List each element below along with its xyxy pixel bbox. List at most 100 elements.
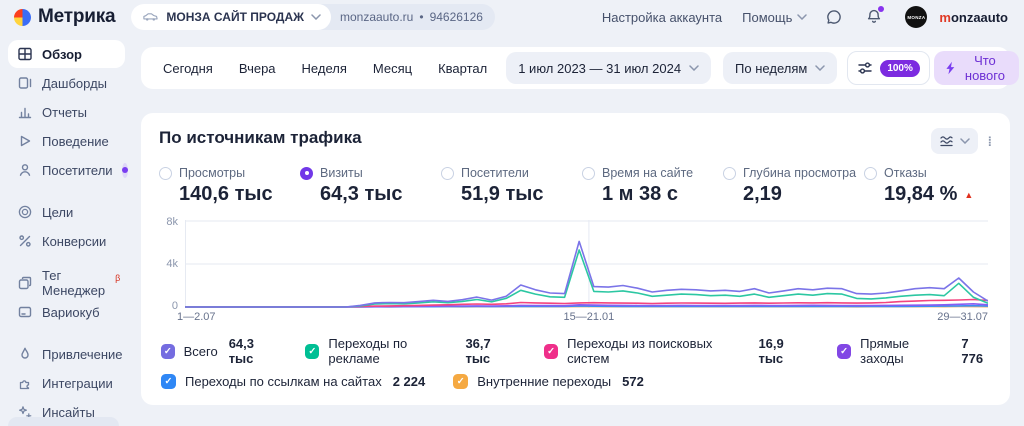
legend-item-3[interactable]: ✓ Прямые заходы 7 776	[837, 336, 992, 366]
metric-tab-4[interactable]: Глубина просмотра 2,19	[723, 166, 864, 206]
legend-item-4[interactable]: ✓ Переходы по ссылкам на сайтах 2 224	[161, 373, 426, 389]
sampling-control[interactable]: 100%	[847, 51, 930, 85]
range-button-4[interactable]: Квартал	[425, 54, 500, 83]
legend-value: 64,3 тыс	[228, 336, 254, 366]
sidebar-item-acquisition-flame[interactable]: Привлечение	[8, 340, 125, 368]
chevron-down-icon	[959, 138, 970, 144]
visitors-person-icon	[17, 162, 33, 178]
metric-label: Просмотры	[179, 166, 246, 180]
avatar[interactable]: MONZA	[905, 6, 928, 28]
sidebar-item-tag-manager[interactable]: Тег Менеджер β	[8, 268, 125, 298]
range-button-0[interactable]: Сегодня	[150, 54, 226, 83]
sidebar-item-label: Вариокуб	[42, 304, 100, 320]
legend-label: Всего	[183, 343, 218, 359]
x-tick: 15—21.01	[563, 311, 615, 323]
sidebar-item-visitors-person[interactable]: Посетители	[8, 156, 128, 184]
chart-legend: ✓ Всего 64,3 тыс ✓ Переходы по рекламе 36,7 т…	[161, 336, 992, 393]
metrika-logo[interactable]: Метрика	[14, 6, 116, 28]
metric-radio[interactable]	[300, 166, 313, 180]
car-icon	[142, 12, 159, 22]
legend-checkbox[interactable]: ✓	[305, 343, 320, 359]
tag-manager-icon	[17, 275, 33, 291]
chevron-down-icon	[797, 14, 808, 20]
metric-label: Время на сайте	[602, 166, 694, 180]
metric-radio[interactable]	[159, 166, 172, 180]
notification-dot	[878, 6, 885, 12]
sidebar-item-overview-grid[interactable]: Обзор	[8, 40, 125, 68]
date-range-picker[interactable]: 1 июл 2023 — 31 июл 2024	[506, 52, 712, 84]
legend-checkbox[interactable]: ✓	[543, 343, 559, 359]
account-settings-link[interactable]: Настройка аккаунта	[602, 10, 722, 25]
username[interactable]: monzaauto	[939, 10, 1008, 25]
sidebar-item-variocube[interactable]: Вариокуб	[8, 298, 125, 326]
legend-checkbox[interactable]: ✓	[161, 373, 176, 389]
counter-switcher[interactable]: МОНЗА САЙТ ПРОДАЖ monzaauto.ru • 9462612…	[131, 4, 495, 30]
counter-id: 94626126	[429, 10, 483, 24]
legend-checkbox[interactable]: ✓	[161, 343, 175, 359]
x-axis: 1—2.07 15—21.01 29—31.07	[177, 311, 988, 326]
beta-badge: β	[115, 273, 121, 283]
main-content: Сегодня Вчера Неделя Месяц Квартал 1 июл 202…	[133, 34, 1024, 426]
sidebar-item-goals-target[interactable]: Цели	[8, 198, 125, 226]
granularity-label: По неделям	[735, 60, 808, 76]
sidebar-item-dashboards[interactable]: Дашборды	[8, 69, 125, 97]
chart-smoothing-control[interactable]	[930, 128, 978, 154]
sidebar-item-reports[interactable]: Отчеты	[8, 98, 125, 126]
sidebar-item-label: Дашборды	[42, 75, 107, 91]
line-chart-plot[interactable]	[185, 220, 988, 308]
legend-checkbox[interactable]: ✓	[453, 373, 469, 389]
sidebar-item-behavior-play[interactable]: Поведение	[8, 127, 125, 155]
legend-value: 2 224	[392, 373, 426, 389]
legend-item-5[interactable]: ✓ Внутренние переходы 572	[453, 373, 644, 389]
metric-radio[interactable]	[723, 166, 736, 180]
sidebar-item-label: Посетители	[42, 162, 113, 178]
y-tick: 4k	[166, 258, 178, 270]
legend-checkbox[interactable]: ✓	[837, 343, 852, 359]
metric-tab-1[interactable]: Визиты 64,3 тыс	[300, 166, 441, 206]
metric-tab-3[interactable]: Время на сайте 1 м 38 с	[582, 166, 723, 206]
metric-radio[interactable]	[582, 166, 595, 180]
legend-item-2[interactable]: ✓ Переходы из поисковых систем 16,9 тыс	[543, 336, 809, 366]
metric-value: 51,9 тыс	[461, 183, 544, 205]
metric-value: 140,6 тыс	[179, 183, 273, 205]
whats-new-button[interactable]: Что нового	[933, 51, 1019, 85]
granularity-select[interactable]: По неделям	[723, 52, 838, 84]
sidebar-item-label: Конверсии	[42, 233, 107, 249]
sidebar-item-integrations-puzzle[interactable]: Интеграции	[8, 369, 125, 397]
counter-name-segment[interactable]: МОНЗА САЙТ ПРОДАЖ	[131, 4, 331, 30]
sampling-badge: 100%	[880, 59, 920, 77]
range-button-1[interactable]: Вчера	[226, 54, 289, 83]
new-indicator-badge	[121, 162, 128, 178]
metric-radio[interactable]	[441, 166, 454, 180]
sidebar-item-label: Привлечение	[42, 346, 123, 362]
sidebar-item-conversions-percent[interactable]: Конверсии	[8, 227, 125, 255]
legend-value: 36,7 тыс	[465, 336, 491, 366]
notifications-button[interactable]	[861, 4, 887, 30]
integrations-puzzle-icon	[17, 375, 33, 391]
counter-name: МОНЗА САЙТ ПРОДАЖ	[166, 10, 304, 24]
legend-item-1[interactable]: ✓ Переходы по рекламе 36,7 тыс	[305, 336, 516, 366]
chat-button[interactable]	[821, 4, 847, 30]
chevron-down-icon	[311, 14, 321, 20]
metric-label: Посетители	[461, 166, 529, 180]
reports-icon	[17, 104, 33, 120]
chart-line-Переходы по рекламе	[185, 250, 988, 307]
quick-ranges: Сегодня Вчера Неделя Месяц Квартал	[150, 54, 500, 83]
counter-domain[interactable]: monzaauto.ru	[340, 10, 413, 24]
sliders-icon	[857, 60, 873, 76]
metric-tab-0[interactable]: Просмотры 140,6 тыс	[159, 166, 300, 206]
card-kebab-menu[interactable]: ⁞	[988, 135, 992, 148]
metric-radio[interactable]	[864, 166, 877, 180]
help-menu[interactable]: Помощь	[742, 10, 808, 25]
range-button-3[interactable]: Месяц	[360, 54, 425, 83]
metric-tab-2[interactable]: Посетители 51,9 тыс	[441, 166, 582, 206]
metric-label: Отказы	[884, 166, 927, 180]
range-button-2[interactable]: Неделя	[289, 54, 360, 83]
legend-item-0[interactable]: ✓ Всего 64,3 тыс	[161, 336, 277, 366]
whats-new-label: Что нового	[964, 53, 1005, 83]
metric-tab-5[interactable]: Отказы 19,84 % ▲	[864, 166, 973, 206]
legend-value: 7 776	[961, 336, 984, 366]
metric-label: Визиты	[320, 166, 363, 180]
counter-meta: monzaauto.ru • 94626126	[331, 10, 495, 24]
smoothing-waves-icon	[939, 134, 954, 148]
